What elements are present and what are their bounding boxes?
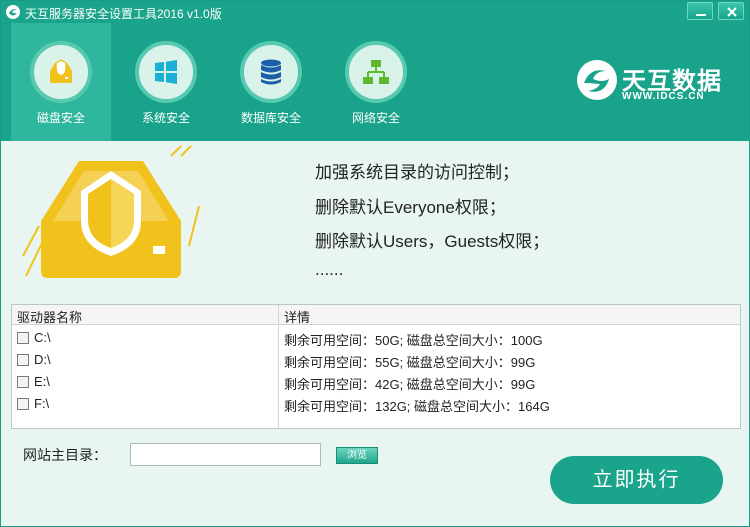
tab-system-security[interactable]: 系统安全 <box>116 23 216 141</box>
tab-label: 系统安全 <box>141 111 190 125</box>
brand-logo: 天互数据 WWW.IDCS.CN <box>576 57 736 107</box>
table-row[interactable]: C:\ 剩余可用空间：50G; 磁盘总空间大小：100G <box>12 327 740 349</box>
tab-icon-circle <box>135 41 197 103</box>
brand-url: WWW.IDCS.CN <box>622 91 705 102</box>
brand-swirl-icon <box>577 60 617 100</box>
drive-checkbox[interactable] <box>17 354 29 366</box>
tab-label: 网络安全 <box>351 111 400 125</box>
drive-checkbox[interactable] <box>17 376 29 388</box>
title-bar: 天互服务器安全设置工具2016 v1.0版 <box>1 1 749 23</box>
windows-icon <box>155 60 177 84</box>
database-icon <box>261 59 281 85</box>
table-row[interactable]: D:\ 剩余可用空间：55G; 磁盘总空间大小：99G <box>12 349 740 371</box>
drive-detail: 剩余可用空间：132G; 磁盘总空间大小：164G <box>284 399 550 414</box>
drive-name: D:\ <box>34 352 51 367</box>
info-line: ...... <box>315 260 344 279</box>
app-logo-icon <box>6 5 20 19</box>
app-window: 天互服务器安全设置工具2016 v1.0版 磁盘安全 系统安全 数据库安全 网络… <box>0 0 750 527</box>
tab-disk-security[interactable]: 磁盘安全 <box>11 23 111 141</box>
network-icon <box>363 60 389 84</box>
table-row[interactable]: F:\ 剩余可用空间：132G; 磁盘总空间大小：164G <box>12 393 740 415</box>
disk-shield-illustration <box>22 146 200 278</box>
tab-network-security[interactable]: 网络安全 <box>326 23 426 141</box>
info-line: 删除默认Everyone权限； <box>315 198 506 217</box>
column-header-drive-name[interactable]: 驱动器名称 <box>17 307 82 326</box>
info-line: 加强系统目录的访问控制； <box>315 163 519 182</box>
tab-icon-circle <box>30 41 92 103</box>
header: 磁盘安全 系统安全 数据库安全 网络安全 天互数据 WWW.IDCS.CN <box>1 23 749 141</box>
close-icon <box>727 7 737 17</box>
drive-detail: 剩余可用空间：50G; 磁盘总空间大小：100G <box>284 333 543 348</box>
drive-detail: 剩余可用空间：42G; 磁盘总空间大小：99G <box>284 377 536 392</box>
browse-button[interactable]: 浏览 <box>336 447 378 464</box>
tab-database-security[interactable]: 数据库安全 <box>221 23 321 141</box>
table-header: 驱动器名称 详情 <box>12 305 740 325</box>
site-root-input[interactable] <box>130 443 321 466</box>
tab-label: 磁盘安全 <box>36 111 85 125</box>
disk-shield-icon <box>50 59 72 83</box>
close-button[interactable] <box>718 2 744 20</box>
tab-icon-circle <box>345 41 407 103</box>
drive-checkbox[interactable] <box>17 332 29 344</box>
drive-name: C:\ <box>34 330 51 345</box>
site-root-label: 网站主目录： <box>23 447 107 463</box>
column-header-detail[interactable]: 详情 <box>284 307 310 326</box>
info-line: 删除默认Users，Guests权限； <box>315 232 550 251</box>
tab-icon-circle <box>240 41 302 103</box>
drive-name: F:\ <box>34 396 50 411</box>
window-title: 天互服务器安全设置工具2016 v1.0版 <box>25 7 222 21</box>
minimize-button[interactable] <box>687 2 713 20</box>
run-now-button[interactable]: 立即执行 <box>550 456 723 504</box>
minimize-icon <box>696 14 706 16</box>
drive-checkbox[interactable] <box>17 398 29 410</box>
table-row[interactable]: E:\ 剩余可用空间：42G; 磁盘总空间大小：99G <box>12 371 740 393</box>
drive-table: 驱动器名称 详情 C:\ 剩余可用空间：50G; 磁盘总空间大小：100G D:… <box>11 304 741 429</box>
drive-name: E:\ <box>34 374 50 389</box>
tab-label: 数据库安全 <box>240 111 301 125</box>
drive-detail: 剩余可用空间：55G; 磁盘总空间大小：99G <box>284 355 536 370</box>
